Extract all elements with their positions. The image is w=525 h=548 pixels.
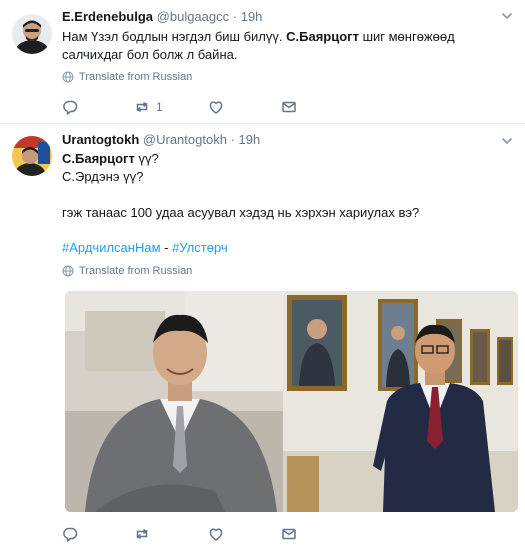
retweet-icon (136, 528, 148, 540)
globe-icon (62, 265, 74, 277)
avatar[interactable] (12, 136, 52, 176)
photo-image (65, 291, 518, 512)
hashtag-link[interactable]: #Улстөрч (172, 240, 228, 255)
tweet-text-part: Нам Үзэл бодлын нэгдэл биш билүү. (62, 29, 287, 44)
retweet-button[interactable] (134, 524, 150, 544)
hashtag-line: #АрдчилсанНам - #Улстөрч (62, 239, 228, 257)
author-name[interactable]: E.Erdenebulga (62, 9, 153, 24)
avatar[interactable] (12, 14, 52, 54)
retweet-count: 1 (156, 100, 163, 114)
globe-icon (62, 71, 74, 83)
timestamp[interactable]: 19h (239, 132, 261, 147)
author-handle[interactable]: @Urantogtokh (143, 132, 227, 147)
retweet-icon (136, 101, 148, 113)
envelope-icon (282, 101, 296, 113)
tweet-text-line: С.Эрдэнэ үү? (62, 169, 144, 184)
retweet-button[interactable]: 1 (134, 97, 163, 117)
tweet-photo[interactable] (65, 291, 518, 512)
reply-icon (63, 100, 78, 115)
tweet-text-line: С.Баярцогт үү? (62, 150, 159, 168)
tweet[interactable]: Urantogtokh @Urantogtokh · 19h С.Баярцог… (0, 125, 525, 548)
separator-dot: · (232, 9, 238, 24)
reply-button[interactable] (62, 97, 78, 117)
tweet-header: E.Erdenebulga @bulgaagcc · 19h (62, 9, 262, 24)
tweet-actions (62, 524, 302, 544)
chevron-down-icon[interactable] (501, 10, 513, 22)
tweet-text-part: үү? (134, 151, 159, 166)
author-name[interactable]: Urantogtokh (62, 132, 139, 147)
translate-label[interactable]: Translate from Russian (79, 71, 192, 83)
mention-name: С.Баярцогт (286, 29, 359, 44)
reply-icon (63, 527, 78, 542)
tweet-actions: 1 (62, 97, 302, 117)
tweet-text: Нам Үзэл бодлын нэгдэл биш билүү. С.Баяр… (62, 28, 512, 64)
heart-icon (209, 101, 223, 114)
tweet-header: Urantogtokh @Urantogtokh · 19h (62, 132, 260, 147)
tweet[interactable]: E.Erdenebulga @bulgaagcc · 19h Нам Үзэл … (0, 0, 525, 124)
translate-link[interactable]: Translate from Russian (62, 71, 192, 83)
direct-message-button[interactable] (281, 524, 297, 544)
translate-label[interactable]: Translate from Russian (79, 265, 192, 277)
hashtag-separator: - (160, 240, 173, 255)
author-handle[interactable]: @bulgaagcc (157, 9, 229, 24)
envelope-icon (282, 528, 296, 540)
hashtag-link[interactable]: #АрдчилсанНам (62, 240, 161, 255)
separator-dot: · (230, 132, 235, 147)
tweet-text-line: гэж танаас 100 удаа асуувал хэдэд нь хэр… (62, 205, 420, 220)
direct-message-button[interactable] (281, 97, 297, 117)
mention-name: С.Баярцогт (62, 151, 135, 166)
translate-link[interactable]: Translate from Russian (62, 265, 192, 277)
reply-button[interactable] (62, 524, 78, 544)
chevron-down-icon[interactable] (501, 135, 513, 147)
like-button[interactable] (208, 97, 224, 117)
heart-icon (209, 528, 223, 541)
timestamp[interactable]: 19h (241, 9, 263, 24)
like-button[interactable] (208, 524, 224, 544)
